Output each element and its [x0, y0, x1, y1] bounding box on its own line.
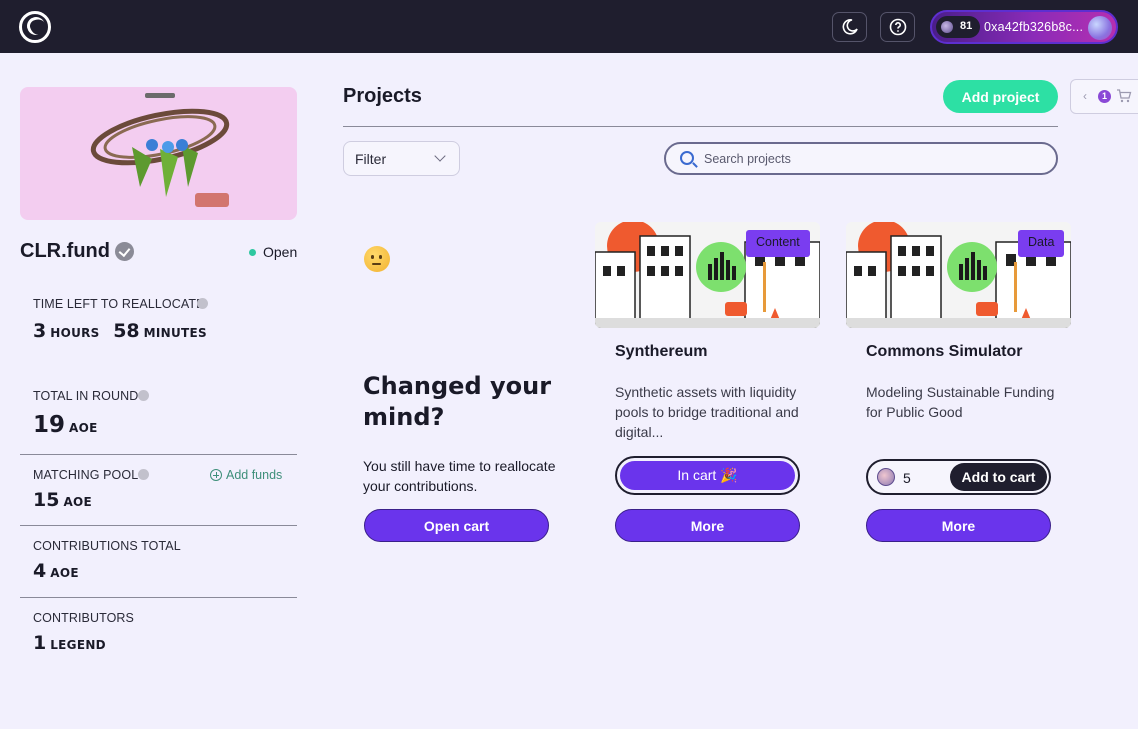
search-icon: [680, 151, 694, 165]
contributors-value: 1 LEGEND: [33, 632, 106, 654]
hours-unit: HOURS: [50, 326, 100, 340]
filter-label: Filter: [355, 151, 387, 167]
thinking-face-icon: [364, 246, 390, 272]
clrfund-logo-icon[interactable]: [19, 11, 51, 43]
contributions-total-label: CONTRIBUTIONS TOTAL: [33, 539, 181, 553]
divider: [20, 525, 297, 526]
minutes-value: 58: [113, 320, 140, 342]
matching-value: 15: [33, 489, 60, 511]
token-icon: [941, 21, 953, 33]
verified-badge-icon: [115, 242, 134, 261]
contrib-total-unit: AOE: [50, 566, 79, 580]
round-title: CLR.fund: [20, 240, 110, 262]
chevron-down-icon: [434, 150, 446, 162]
token-icon: [877, 468, 895, 486]
info-icon[interactable]: [197, 298, 208, 309]
more-button[interactable]: More: [866, 509, 1051, 542]
project-description: Modeling Sustainable Funding for Public …: [866, 384, 1055, 420]
cart-icon: [1117, 89, 1132, 103]
search-input[interactable]: [704, 150, 1044, 168]
status-dot-icon: [249, 249, 256, 256]
add-funds-label: Add funds: [226, 468, 283, 482]
question-icon: [889, 18, 906, 36]
moon-icon: [842, 19, 858, 35]
matching-pool-label: MATCHING POOL: [33, 468, 139, 482]
plus-circle-icon: [210, 469, 222, 481]
wallet-balance: 81: [960, 20, 973, 32]
category-tag: Data: [1018, 230, 1065, 257]
reallocate-text: You still have time to reallocate your c…: [363, 458, 556, 494]
header-divider: [343, 126, 1058, 127]
contribution-amount-input[interactable]: [903, 469, 943, 487]
contributors-unit: LEGEND: [50, 638, 106, 652]
time-left-value: 3 HOURS 58 MINUTES: [33, 320, 207, 342]
time-left-label: TIME LEFT TO REALLOCATE: [33, 297, 205, 311]
add-project-button[interactable]: Add project: [943, 80, 1058, 113]
project-name[interactable]: Synthereum: [615, 343, 707, 361]
matching-pool-value: 15 AOE: [33, 489, 92, 511]
balance-chip: 81: [936, 16, 980, 38]
round-illustration: [90, 93, 230, 207]
reallocate-title: Changed your mind?: [363, 372, 552, 431]
hours-value: 3: [33, 320, 47, 342]
contributors-count: 1: [33, 632, 47, 654]
divider: [20, 454, 297, 455]
total-value: 19: [33, 412, 66, 438]
wallet-address: 0xa42fb326b8c...: [984, 20, 1084, 34]
open-cart-button[interactable]: Open cart: [364, 509, 549, 542]
contributions-total-value: 4 AOE: [33, 560, 79, 582]
help-button[interactable]: [880, 12, 915, 42]
total-in-round-label: TOTAL IN ROUND: [33, 389, 139, 403]
project-description: Synthetic assets with liquidity pools to…: [615, 384, 799, 440]
minutes-unit: MINUTES: [143, 326, 207, 340]
project-name[interactable]: Commons Simulator: [866, 343, 1022, 361]
cart-toggle-button[interactable]: ‹ 1: [1070, 79, 1138, 114]
divider: [20, 597, 297, 598]
contributors-label: CONTRIBUTORS: [33, 611, 134, 625]
in-cart-label: In cart 🎉: [620, 461, 795, 490]
add-to-cart-button[interactable]: Add to cart: [950, 463, 1047, 491]
info-icon[interactable]: [138, 390, 149, 401]
more-button[interactable]: More: [615, 509, 800, 542]
contrib-total-value: 4: [33, 560, 47, 582]
info-icon[interactable]: [138, 469, 149, 480]
search-bar: [664, 142, 1058, 175]
total-in-round-value: 19 AOE: [33, 412, 98, 438]
add-funds-link[interactable]: Add funds: [210, 468, 282, 482]
chevron-left-icon: ‹: [1083, 89, 1087, 103]
theme-toggle-button[interactable]: [832, 12, 867, 42]
wallet-button[interactable]: 81 0xa42fb326b8c...: [930, 10, 1118, 44]
top-nav: 81 0xa42fb326b8c...: [0, 0, 1138, 53]
page-title: Projects: [343, 85, 422, 107]
round-status: Open: [263, 244, 298, 260]
total-unit: AOE: [69, 421, 98, 435]
category-tag: Content: [746, 230, 810, 257]
wallet-avatar: [1088, 16, 1112, 40]
round-image: [20, 87, 297, 220]
matching-unit: AOE: [63, 495, 93, 509]
filter-dropdown[interactable]: Filter: [343, 141, 460, 176]
contribution-input-group: Add to cart: [866, 459, 1051, 495]
in-cart-button[interactable]: In cart 🎉: [615, 456, 800, 495]
cart-count-badge: 1: [1098, 90, 1111, 103]
